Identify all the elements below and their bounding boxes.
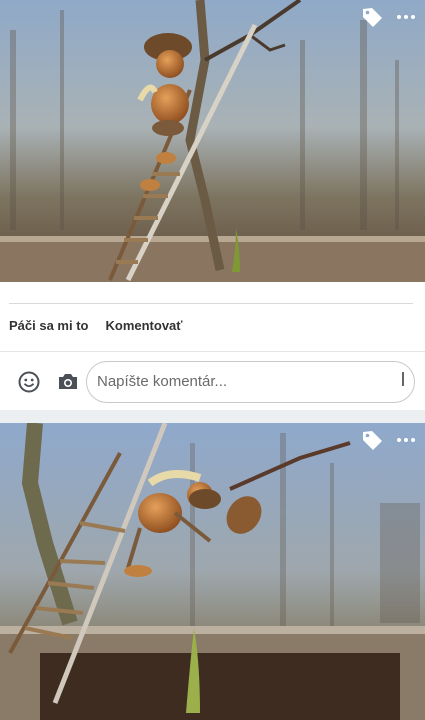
photo-1-image [0, 0, 425, 282]
tag-icon[interactable] [361, 429, 383, 451]
comment-placeholder: Napíšte komentár... [97, 373, 228, 390]
post-photo-1[interactable] [0, 0, 425, 282]
photo-2-image [0, 423, 425, 720]
smile-icon[interactable] [18, 371, 40, 393]
camera-icon[interactable] [57, 372, 79, 392]
more-horizontal-icon[interactable] [393, 429, 419, 451]
more-horizontal-icon[interactable] [393, 6, 419, 28]
like-button[interactable]: Páči sa mi to [9, 314, 88, 338]
comment-button[interactable]: Komentovať [105, 314, 182, 338]
tag-icon[interactable] [361, 6, 383, 28]
comment-input[interactable]: Napíšte komentár... [86, 361, 415, 403]
divider [9, 303, 413, 304]
divider [0, 351, 425, 352]
post-photo-2[interactable] [0, 423, 425, 720]
feed-separator [0, 410, 425, 423]
post-actions-panel: Páči sa mi to Komentovať Napíšte komentá… [0, 282, 425, 410]
text-cursor [402, 372, 404, 386]
comment-composer: Napíšte komentár... [0, 361, 425, 405]
